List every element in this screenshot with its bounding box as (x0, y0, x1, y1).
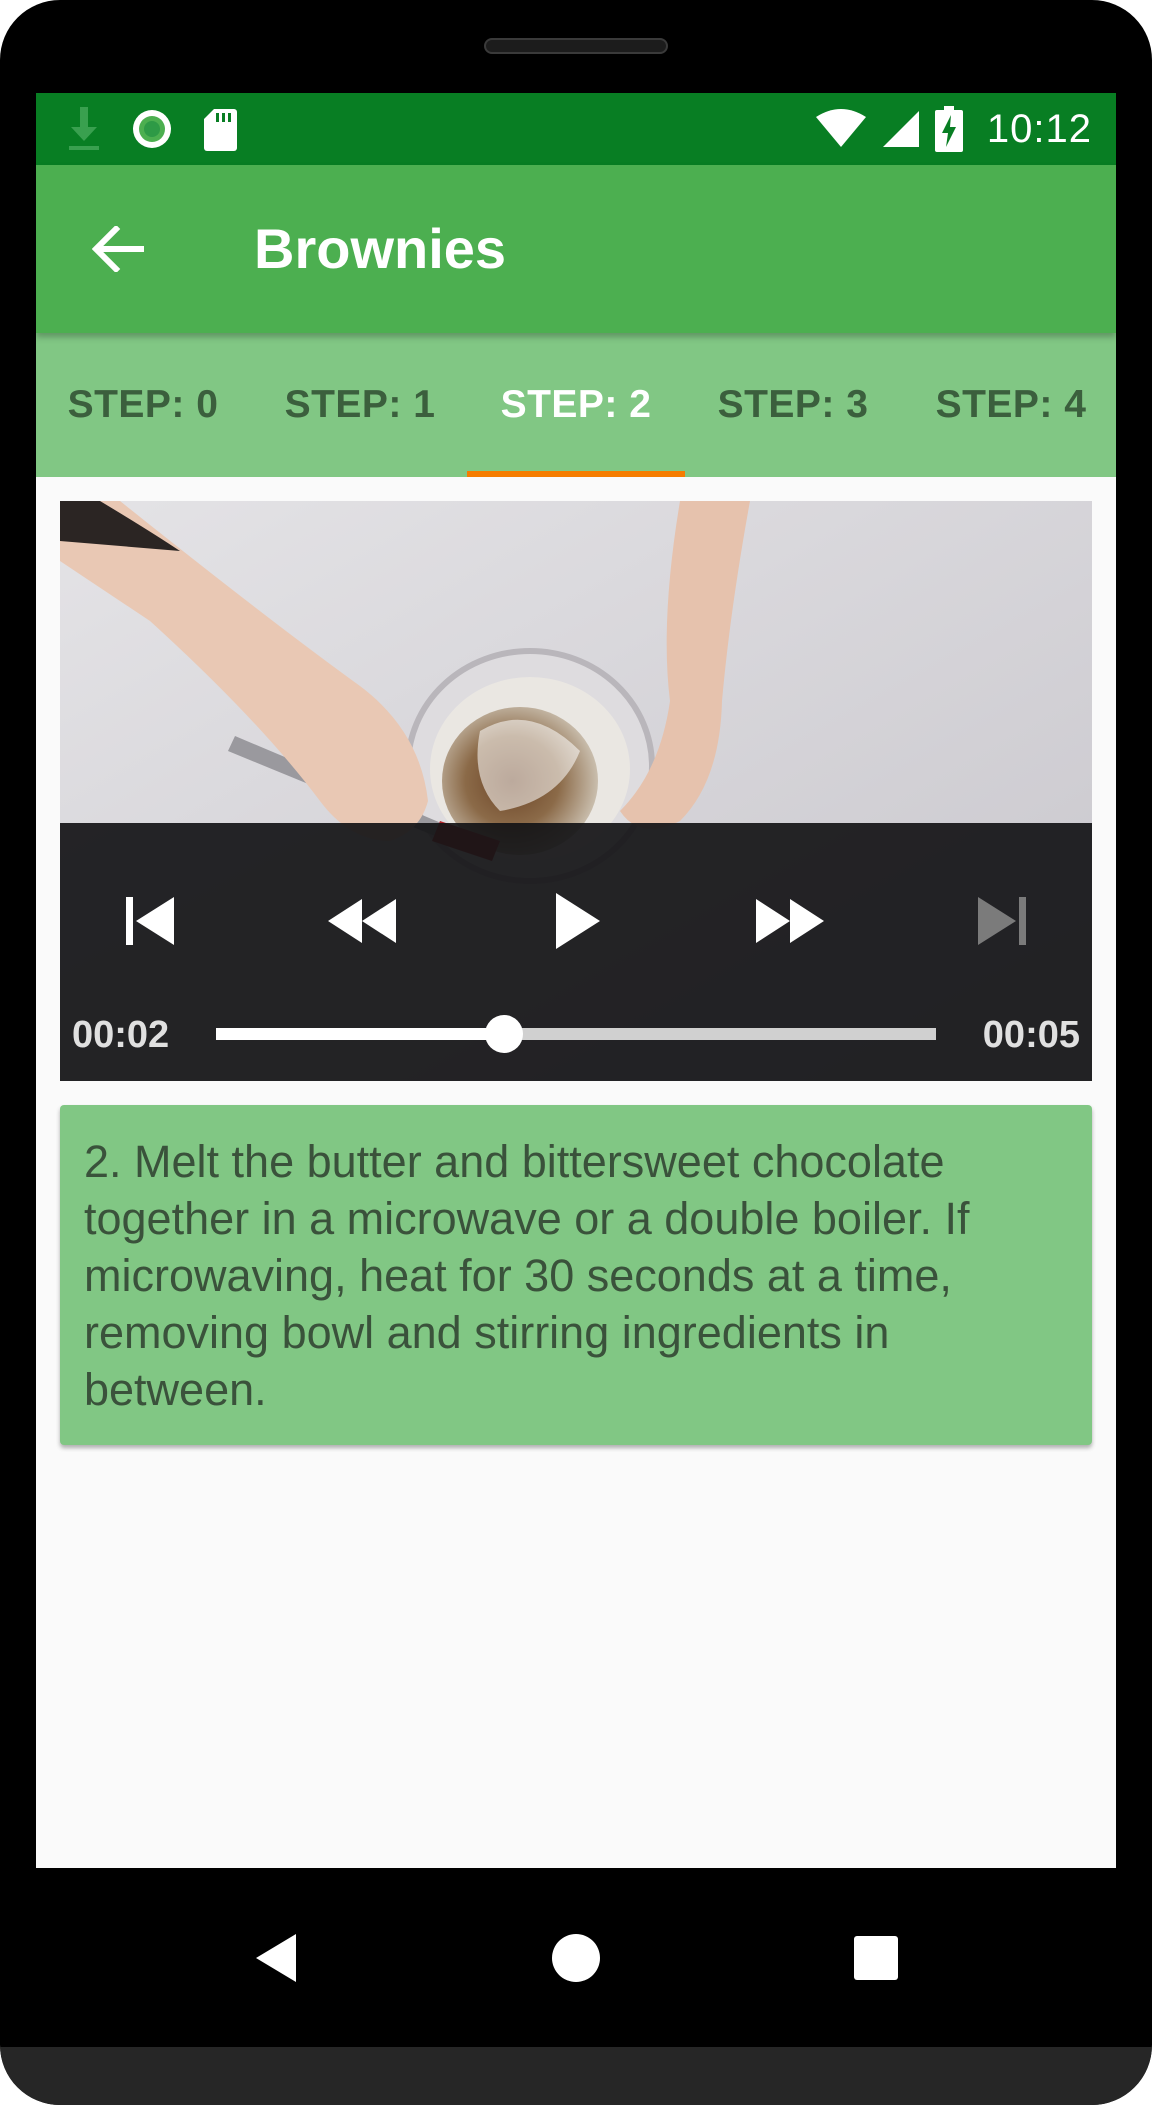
player-controls: 00:02 00:05 (60, 823, 1092, 1081)
skip-next-button[interactable] (962, 881, 1042, 961)
seek-bar[interactable] (216, 1015, 936, 1053)
current-time: 00:02 (72, 1014, 170, 1056)
nav-back-button[interactable] (236, 1918, 316, 1998)
page-title: Brownies (254, 217, 507, 280)
arrow-back-icon (92, 226, 144, 272)
home-circle-icon (552, 1934, 600, 1982)
navigation-bar (0, 1868, 1152, 2047)
device-frame: 10:12 Brownies STEP: 0 STEP: 1 STEP: 2 S… (0, 0, 1152, 2105)
back-button[interactable] (86, 217, 150, 281)
skip-next-icon (978, 897, 1026, 945)
seek-bar-played (216, 1028, 504, 1040)
step-description: 2. Melt the butter and bittersweet choco… (84, 1136, 970, 1415)
step-description-card: 2. Melt the butter and bittersweet choco… (60, 1105, 1092, 1445)
device-bottom-edge (0, 2047, 1152, 2105)
duration-time: 00:05 (982, 1014, 1080, 1056)
video-player[interactable]: 00:02 00:05 (60, 501, 1092, 1081)
speaker-grille (484, 38, 668, 54)
fast-forward-icon (756, 899, 824, 943)
tab-step-1[interactable]: STEP: 1 (251, 333, 469, 477)
tab-step-3[interactable]: STEP: 3 (684, 333, 902, 477)
app-bar: Brownies (36, 165, 1116, 333)
seek-bar-scrubber[interactable] (485, 1015, 523, 1053)
wifi-icon (815, 109, 866, 147)
sync-icon (133, 110, 171, 148)
skip-previous-button[interactable] (110, 881, 190, 961)
recents-square-icon (854, 1936, 898, 1980)
rewind-button[interactable] (322, 881, 402, 961)
play-icon (556, 893, 600, 949)
nav-home-button[interactable] (536, 1918, 616, 1998)
skip-previous-icon (126, 897, 174, 945)
status-bar: 10:12 (36, 93, 1116, 165)
tab-step-2[interactable]: STEP: 2 (467, 333, 685, 477)
download-icon (69, 107, 99, 150)
battery-charging-icon (934, 106, 963, 152)
tab-step-4[interactable]: STEP: 4 (902, 333, 1116, 477)
fast-forward-button[interactable] (750, 881, 830, 961)
signal-icon (882, 111, 919, 147)
step-tab-bar: STEP: 0 STEP: 1 STEP: 2 STEP: 3 STEP: 4 (36, 333, 1116, 477)
rewind-icon (328, 899, 396, 943)
tab-step-0[interactable]: STEP: 0 (36, 333, 252, 477)
play-button[interactable] (536, 881, 616, 961)
sd-card-icon (204, 109, 237, 151)
status-time: 10:12 (986, 106, 1092, 151)
tab-indicator (467, 471, 685, 477)
nav-recents-button[interactable] (836, 1918, 916, 1998)
app-screen: 10:12 Brownies STEP: 0 STEP: 1 STEP: 2 S… (36, 93, 1116, 1868)
back-triangle-icon (256, 1934, 296, 1982)
